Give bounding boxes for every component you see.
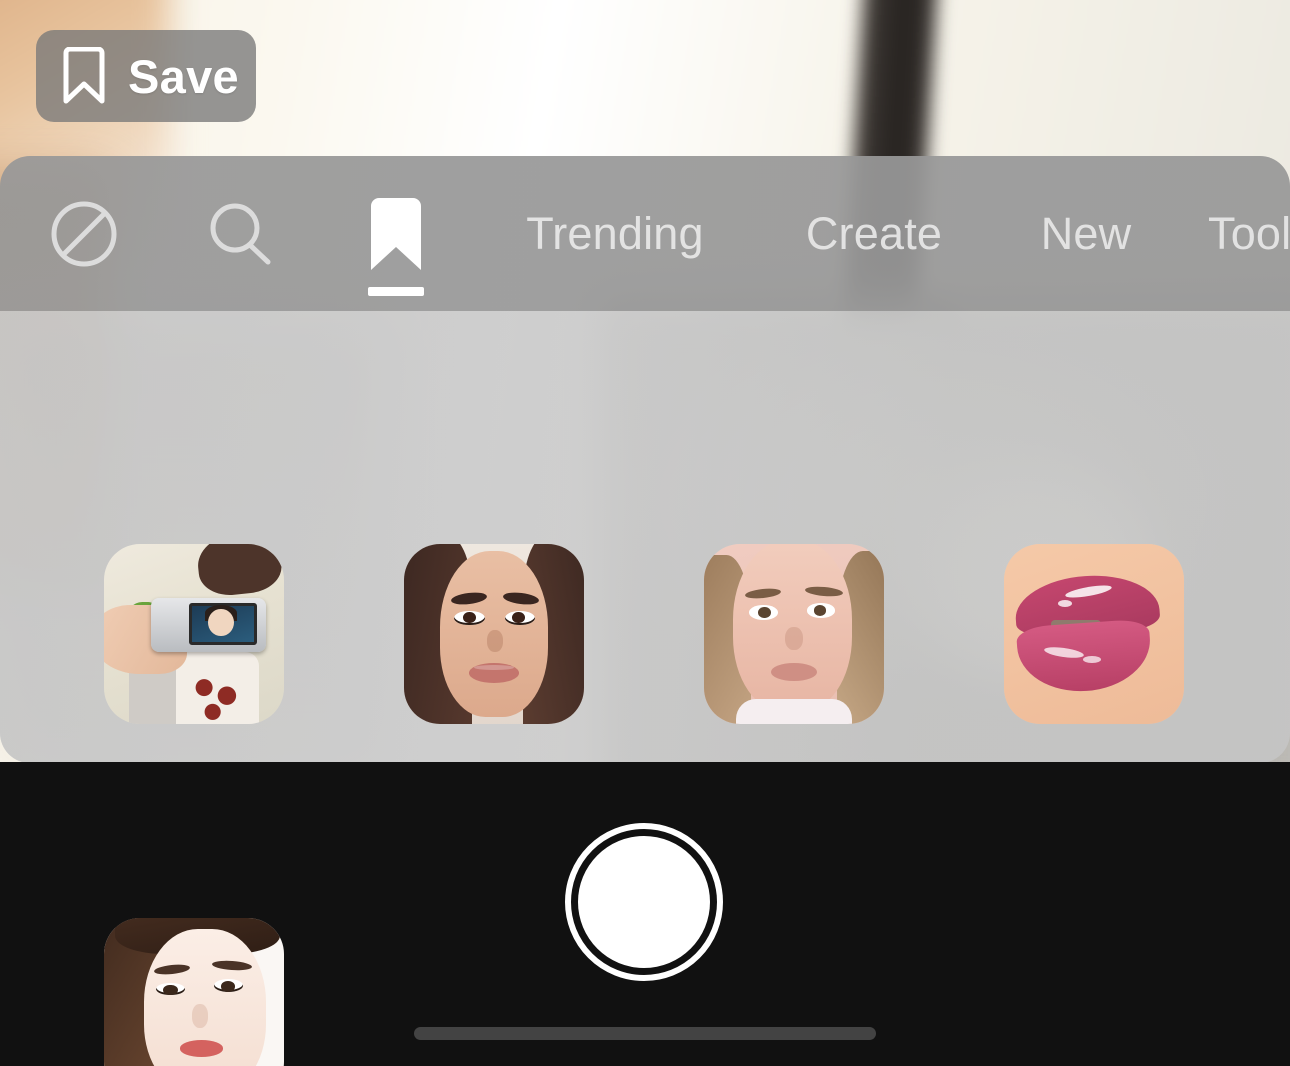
save-button-label: Save — [128, 49, 239, 103]
thumbnail-art — [104, 544, 284, 724]
no-effect-icon — [51, 201, 117, 266]
shutter-button[interactable] — [565, 823, 723, 981]
tab-trending[interactable]: Trending — [492, 156, 738, 311]
tab-create[interactable]: Create — [774, 156, 974, 311]
tab-tools[interactable]: Tools — [1208, 156, 1290, 311]
home-indicator[interactable] — [414, 1027, 876, 1040]
tab-saved[interactable] — [336, 156, 456, 311]
tab-none[interactable] — [24, 156, 144, 311]
thumbnail-art — [404, 544, 584, 724]
active-tab-indicator — [368, 287, 424, 296]
tab-new-label: New — [1040, 207, 1132, 259]
tab-tools-label: Tools — [1208, 207, 1290, 259]
tab-trending-label: Trending — [526, 207, 704, 259]
effects-panel: Trending Create New Tools — [0, 156, 1290, 763]
search-icon — [210, 203, 271, 264]
effect-thumbnail-camera-selfie[interactable] — [104, 544, 284, 724]
thumbnail-art — [1004, 544, 1184, 724]
tab-new[interactable]: New — [1002, 156, 1170, 311]
effect-thumbnail-soft-glam-portrait[interactable] — [104, 918, 284, 1066]
effects-tabbar: Trending Create New Tools — [0, 156, 1290, 311]
bookmark-icon — [63, 47, 105, 104]
bookmark-filled-icon — [371, 197, 421, 270]
effect-thumbnail-natural-blonde[interactable] — [704, 544, 884, 724]
effect-thumbnail-glossy-lips[interactable] — [1004, 544, 1184, 724]
shutter-inner-circle — [578, 836, 710, 968]
thumbnail-art — [104, 918, 284, 1066]
save-button[interactable]: Save — [36, 30, 256, 122]
effect-thumbnail-brunette-portrait[interactable] — [404, 544, 584, 724]
tab-search[interactable] — [180, 156, 300, 311]
tab-create-label: Create — [805, 207, 943, 259]
thumbnail-art — [704, 544, 884, 724]
effects-grid: I GAMER BOYS — [0, 311, 1290, 763]
